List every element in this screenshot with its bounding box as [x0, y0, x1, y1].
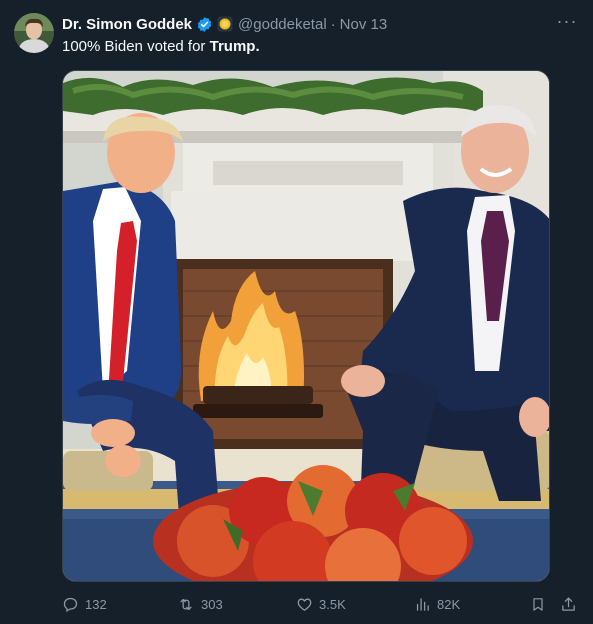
like-button[interactable]: 3.5K: [296, 593, 346, 615]
reply-button[interactable]: 132: [62, 593, 107, 615]
tweet-photo[interactable]: [62, 70, 550, 582]
reply-count: 132: [85, 596, 107, 612]
share-icon: [560, 596, 577, 613]
tweet-header: Dr. Simon Goddek @goddeketal · Nov 13: [62, 14, 573, 34]
affiliate-coin-icon[interactable]: [217, 16, 233, 32]
heart-icon: [296, 596, 313, 613]
analytics-icon: [414, 596, 431, 613]
verified-badge-icon[interactable]: [196, 16, 213, 33]
retweet-button[interactable]: 303: [177, 593, 223, 615]
like-count: 3.5K: [319, 596, 346, 612]
author-name[interactable]: Dr. Simon Goddek: [62, 16, 192, 33]
bookmark-button[interactable]: [530, 593, 546, 615]
retweet-count: 303: [201, 596, 223, 612]
bookmark-icon: [530, 596, 546, 613]
author-handle[interactable]: @goddeketal: [238, 16, 327, 33]
tweet-text-bold: Trump.: [209, 38, 260, 55]
tweet-actions-bar: 132 303 3.5K 82K: [62, 593, 582, 615]
share-button[interactable]: [560, 593, 577, 615]
reply-icon: [62, 596, 79, 613]
views-count: 82K: [437, 596, 461, 612]
retweet-icon: [177, 596, 195, 613]
tweet-text: 100% Biden voted for Trump.: [62, 37, 260, 57]
tweet-text-prefix: 100% Biden voted for: [62, 38, 210, 55]
tweet-date[interactable]: Nov 13: [340, 16, 388, 33]
more-options-icon[interactable]: ···: [555, 12, 579, 34]
author-avatar[interactable]: [14, 13, 54, 53]
header-separator: ·: [330, 15, 336, 33]
views-button[interactable]: 82K: [414, 593, 460, 615]
